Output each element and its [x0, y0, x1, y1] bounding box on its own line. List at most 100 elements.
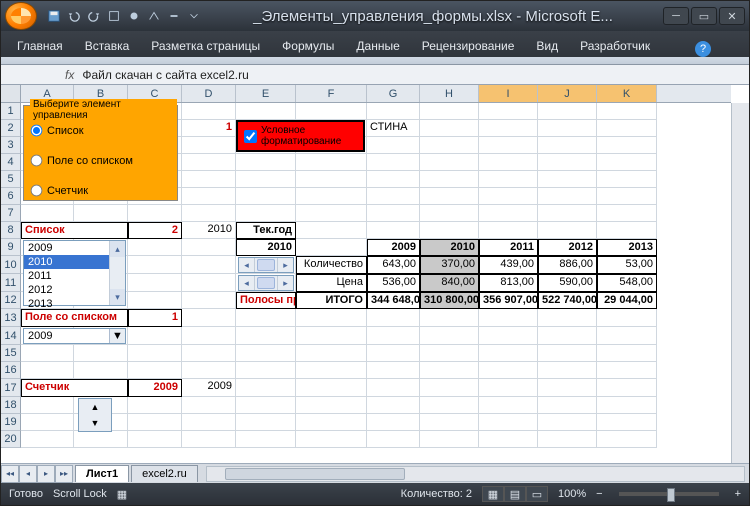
cell[interactable] — [479, 397, 538, 414]
cell[interactable] — [236, 414, 296, 431]
maximize-button[interactable]: ▭ — [691, 7, 717, 25]
cell[interactable] — [538, 397, 597, 414]
save-icon[interactable] — [45, 7, 63, 25]
vertical-scrollbar[interactable] — [731, 103, 749, 463]
row-header[interactable]: 13 — [1, 309, 21, 327]
cell[interactable] — [21, 205, 74, 222]
cell[interactable] — [538, 103, 597, 120]
row-header[interactable]: 6 — [1, 188, 21, 205]
cell[interactable] — [597, 188, 657, 205]
cell[interactable]: 548,00 — [597, 274, 657, 292]
cell[interactable] — [479, 188, 538, 205]
cell[interactable]: 1 — [182, 120, 236, 137]
cell[interactable] — [236, 431, 296, 448]
qat-icon[interactable] — [125, 7, 143, 25]
cell[interactable] — [128, 292, 182, 309]
cell[interactable]: Счетчик — [21, 379, 128, 397]
cell[interactable] — [479, 154, 538, 171]
cell[interactable]: 53,00 — [597, 256, 657, 274]
cell[interactable]: 2009 — [367, 239, 420, 256]
cell[interactable] — [21, 431, 74, 448]
cell[interactable]: Поле со списком — [21, 309, 128, 327]
row-headers[interactable]: 1234567891011121314151617181920 — [1, 103, 21, 448]
col-header[interactable]: K — [597, 85, 657, 102]
cell[interactable] — [538, 154, 597, 171]
tab-home[interactable]: Главная — [15, 35, 65, 57]
cell[interactable] — [128, 256, 182, 274]
cell[interactable] — [296, 154, 367, 171]
cell[interactable]: 522 740,00 — [538, 292, 597, 309]
cell[interactable] — [538, 188, 597, 205]
cell[interactable]: 2011 — [479, 239, 538, 256]
cell[interactable] — [74, 362, 128, 379]
cell[interactable] — [538, 171, 597, 188]
scroll-down-icon[interactable]: ▾ — [110, 289, 125, 305]
cell[interactable] — [597, 327, 657, 345]
cell[interactable]: 439,00 — [479, 256, 538, 274]
cell[interactable] — [479, 362, 538, 379]
row-header[interactable]: 10 — [1, 256, 21, 274]
row-header[interactable]: 8 — [1, 222, 21, 239]
cell[interactable] — [128, 205, 182, 222]
cell[interactable] — [479, 205, 538, 222]
scrollbar-control[interactable]: ◂▸ — [238, 275, 294, 291]
cell[interactable]: СТИНА — [367, 120, 420, 137]
spinner-up-icon[interactable]: ▲ — [79, 399, 111, 415]
cell[interactable] — [597, 362, 657, 379]
cell[interactable] — [597, 309, 657, 327]
tab-view[interactable]: Вид — [534, 35, 560, 57]
tab-data[interactable]: Данные — [354, 35, 401, 57]
cell[interactable] — [479, 120, 538, 137]
cell[interactable]: ИТОГО — [296, 292, 367, 309]
cell[interactable] — [597, 222, 657, 239]
cell[interactable]: 29 044,00 — [597, 292, 657, 309]
cell[interactable] — [538, 309, 597, 327]
cell[interactable] — [236, 154, 296, 171]
row-header[interactable]: 4 — [1, 154, 21, 171]
spinner-down-icon[interactable]: ▼ — [79, 415, 111, 431]
tab-nav-prev[interactable]: ◂ — [19, 465, 37, 483]
cell[interactable] — [367, 327, 420, 345]
tab-formulas[interactable]: Формулы — [280, 35, 336, 57]
scroll-right-icon[interactable]: ▸ — [277, 258, 293, 272]
cell[interactable] — [538, 362, 597, 379]
cell[interactable] — [296, 379, 367, 397]
cell[interactable]: 2012 — [538, 239, 597, 256]
cell[interactable] — [182, 345, 236, 362]
cell[interactable] — [182, 397, 236, 414]
cell[interactable]: Количество — [296, 256, 367, 274]
cell[interactable] — [182, 309, 236, 327]
cell[interactable] — [420, 222, 479, 239]
zoom-level[interactable]: 100% — [558, 488, 586, 500]
zoom-in-button[interactable]: + — [735, 488, 741, 500]
select-all-corner[interactable] — [1, 85, 21, 103]
cell[interactable] — [182, 414, 236, 431]
cell[interactable] — [128, 327, 182, 345]
cell[interactable]: 370,00 — [420, 256, 479, 274]
redo-icon[interactable] — [85, 7, 103, 25]
cell[interactable] — [367, 379, 420, 397]
cell[interactable] — [74, 345, 128, 362]
cell[interactable] — [182, 327, 236, 345]
cell[interactable] — [21, 345, 74, 362]
spinner-control[interactable]: ▲▼ — [78, 398, 112, 432]
cell[interactable] — [538, 327, 597, 345]
cell[interactable] — [296, 431, 367, 448]
cell[interactable] — [182, 292, 236, 309]
cell[interactable] — [128, 431, 182, 448]
cell[interactable] — [538, 431, 597, 448]
cell[interactable] — [479, 309, 538, 327]
cell[interactable]: Цена — [296, 274, 367, 292]
cell[interactable] — [479, 327, 538, 345]
cell[interactable] — [367, 188, 420, 205]
cell[interactable]: 840,00 — [420, 274, 479, 292]
fx-icon[interactable]: fx — [65, 68, 74, 82]
scroll-left-icon[interactable]: ◂ — [239, 258, 255, 272]
cell[interactable] — [296, 171, 367, 188]
cell[interactable] — [182, 137, 236, 154]
cell[interactable] — [420, 120, 479, 137]
minimize-button[interactable]: ─ — [663, 7, 689, 25]
cell[interactable]: 590,00 — [538, 274, 597, 292]
row-header[interactable]: 18 — [1, 397, 21, 414]
tab-insert[interactable]: Вставка — [83, 35, 132, 57]
